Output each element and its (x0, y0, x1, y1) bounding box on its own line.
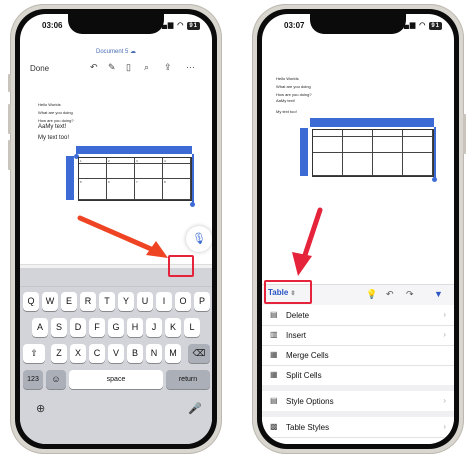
arrow-to-table-button-icon (292, 207, 323, 276)
